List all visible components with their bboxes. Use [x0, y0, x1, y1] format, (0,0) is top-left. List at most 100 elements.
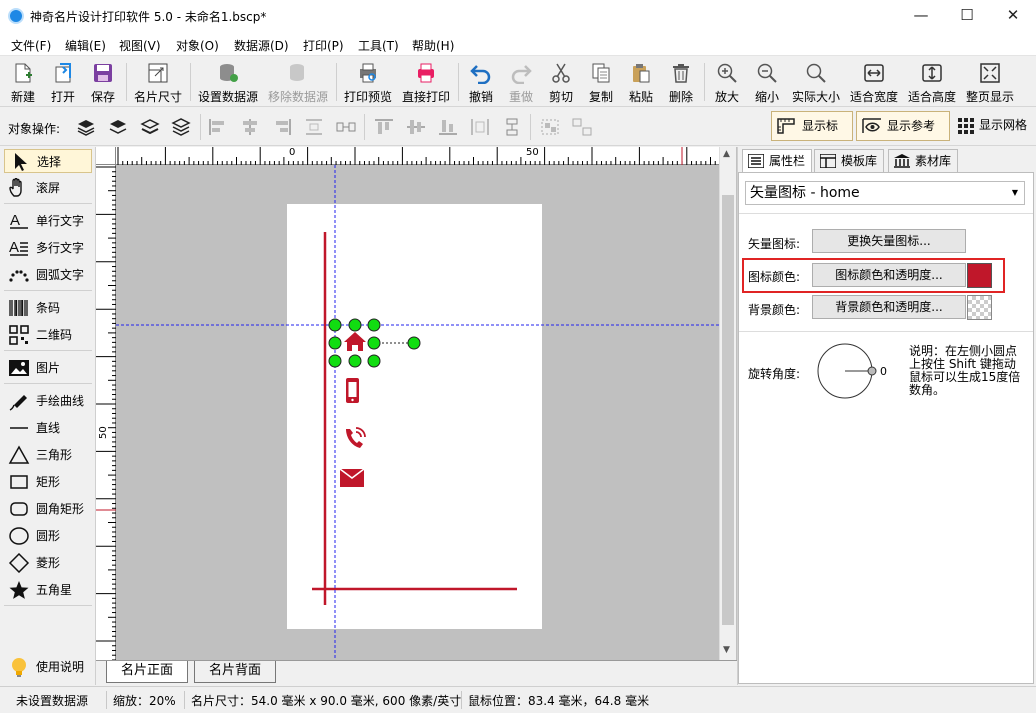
menu-view[interactable]: 视图(V) — [119, 37, 161, 54]
tool-multi-text[interactable]: A 多行文字 — [4, 236, 92, 260]
selection-handles[interactable] — [328, 318, 421, 368]
zoom-out-button[interactable]: 缩小 — [750, 59, 784, 105]
set-datasource-button[interactable]: 设置数据源 — [196, 59, 260, 105]
open-button[interactable]: 打开 — [46, 59, 80, 105]
show-ruler-toggle[interactable]: 显示标尺 — [771, 111, 853, 161]
send-to-back-icon[interactable] — [171, 118, 191, 136]
minimize-button[interactable]: — — [898, 0, 944, 32]
tool-arc-text[interactable]: 圆弧文字 — [4, 263, 92, 287]
hand-icon — [9, 178, 22, 197]
menu-object[interactable]: 对象(O) — [176, 37, 219, 54]
align-left-icon[interactable] — [208, 118, 228, 136]
align-center-icon[interactable] — [240, 118, 260, 136]
menu-datasource[interactable]: 数据源(D) — [234, 37, 289, 54]
tool-freehand[interactable]: 手绘曲线 — [4, 389, 92, 413]
show-guides-toggle[interactable]: 显示参考线 — [856, 111, 950, 161]
horizontal-ruler[interactable]: 0 50 — [116, 147, 720, 165]
tool-triangle[interactable]: 三角形 — [4, 443, 92, 467]
change-vector-icon-button[interactable]: 更换矢量图标... — [812, 229, 966, 253]
tab-templates-label: 模板库 — [841, 154, 878, 168]
close-button[interactable]: ✕ — [990, 0, 1036, 32]
tab-card-back[interactable]: 名片背面 — [194, 661, 277, 683]
align-right-icon[interactable] — [272, 118, 292, 136]
window-title: 神奇名片设计打印软件 5.0 - 未命名1.bscp* — [30, 10, 267, 24]
bring-to-front-icon[interactable] — [76, 118, 96, 136]
scrollbar-thumb[interactable] — [722, 195, 734, 625]
tool-image[interactable]: 图片 — [4, 356, 92, 380]
tab-materials[interactable]: 素材库 — [888, 149, 959, 173]
phone-icon[interactable] — [346, 378, 359, 403]
fit-height-button[interactable]: 适合高度 — [906, 59, 958, 105]
bg-color-button[interactable]: 背景颜色和透明度... — [812, 295, 966, 319]
distribute-columns-icon[interactable] — [470, 118, 490, 136]
actual-size-button[interactable]: 实际大小 — [790, 59, 842, 105]
icon-color-swatch[interactable] — [967, 263, 992, 288]
diamond-icon — [8, 553, 30, 573]
tool-select[interactable]: 选择 — [4, 149, 92, 173]
new-button[interactable]: 新建 — [6, 59, 40, 105]
print-preview-button[interactable]: 打印预览 — [342, 59, 394, 105]
tool-rounded-rect[interactable]: 圆角矩形 — [4, 497, 92, 521]
align-bottom-icon[interactable] — [438, 118, 458, 136]
menu-help[interactable]: 帮助(H) — [412, 37, 454, 54]
show-grid-toggle[interactable]: 显示网格 — [955, 111, 1033, 141]
bg-color-swatch[interactable] — [967, 295, 992, 320]
fit-width-button[interactable]: 适合宽度 — [848, 59, 900, 105]
tool-single-text[interactable]: A 单行文字 — [4, 209, 92, 233]
save-button[interactable]: 保存 — [86, 59, 120, 105]
database-icon — [220, 64, 238, 82]
maximize-button[interactable]: ☐ — [944, 0, 990, 32]
tab-templates[interactable]: 模板库 — [814, 149, 885, 173]
delete-button[interactable]: 删除 — [664, 59, 698, 105]
bring-forward-icon[interactable] — [108, 118, 128, 136]
distribute-vertical-icon[interactable] — [304, 118, 324, 136]
ungroup-icon[interactable] — [572, 118, 592, 136]
paste-button[interactable]: 粘贴 — [624, 59, 658, 105]
vertical-ruler[interactable]: 50 — [96, 165, 116, 660]
remove-datasource-button[interactable]: 移除数据源 — [266, 59, 330, 105]
telephone-icon[interactable] — [346, 427, 366, 448]
tool-rectangle[interactable]: 矩形 — [4, 470, 92, 494]
align-top-icon[interactable] — [374, 118, 394, 136]
tool-star-label: 五角星 — [36, 583, 73, 597]
full-page-button[interactable]: 整页显示 — [964, 59, 1016, 105]
home-icon[interactable] — [344, 332, 366, 351]
tool-diamond[interactable]: 菱形 — [4, 551, 92, 575]
tool-barcode[interactable]: 条码 — [4, 296, 92, 320]
redo-button[interactable]: 重做 — [504, 59, 538, 105]
scroll-up-icon[interactable]: ▲ — [723, 149, 730, 159]
canvas-area[interactable] — [96, 147, 737, 660]
menu-print[interactable]: 打印(P) — [303, 37, 344, 54]
tool-star[interactable]: 五角星 — [4, 578, 92, 602]
status-zoom: 缩放：20% — [113, 694, 176, 708]
copy-button[interactable]: 复制 — [584, 59, 618, 105]
zoom-in-button[interactable]: 放大 — [710, 59, 744, 105]
card-size-button[interactable]: 名片尺寸 — [132, 59, 184, 105]
direct-print-button[interactable]: 直接打印 — [400, 59, 452, 105]
envelope-icon[interactable] — [339, 468, 365, 487]
save-icon — [94, 64, 112, 82]
undo-button[interactable]: 撤销 — [464, 59, 498, 105]
help-button[interactable]: 使用说明 — [4, 655, 92, 679]
vertical-scrollbar[interactable]: ▲ ▼ — [719, 147, 736, 660]
distribute-horizontal-icon[interactable] — [336, 118, 356, 136]
align-middle-icon[interactable] — [406, 118, 426, 136]
tool-pan[interactable]: 滚屏 — [4, 176, 92, 200]
object-select-dropdown[interactable]: 矢量图标 - home ▼ — [745, 181, 1025, 205]
tool-ellipse[interactable]: 圆形 — [4, 524, 92, 548]
tab-properties[interactable]: 属性栏 — [742, 149, 813, 173]
tool-qrcode[interactable]: 二维码 — [4, 323, 92, 347]
menu-tools[interactable]: 工具(T) — [358, 37, 399, 54]
icon-color-button[interactable]: 图标颜色和透明度... — [812, 263, 966, 287]
menu-edit[interactable]: 编辑(E) — [65, 37, 106, 54]
cut-button[interactable]: 剪切 — [544, 59, 578, 105]
tool-line[interactable]: 直线 — [4, 416, 92, 440]
distribute-rows-icon[interactable] — [502, 118, 522, 136]
send-backward-icon[interactable] — [140, 118, 160, 136]
tab-card-front[interactable]: 名片正面 — [106, 661, 189, 683]
database-remove-icon — [290, 64, 304, 81]
divider — [739, 331, 1033, 332]
menu-file[interactable]: 文件(F) — [11, 37, 51, 54]
scroll-down-icon[interactable]: ▼ — [723, 645, 730, 655]
group-icon[interactable] — [540, 118, 560, 136]
